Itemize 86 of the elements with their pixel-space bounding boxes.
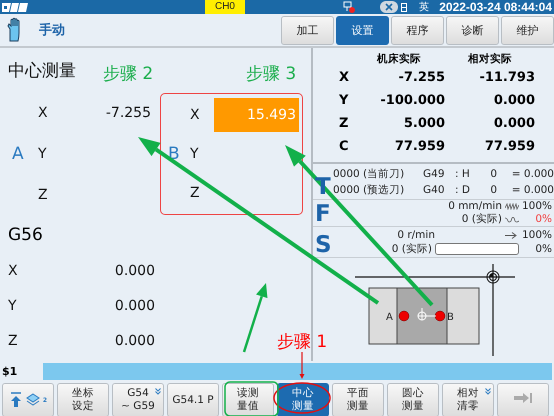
axis-label: X [7,262,19,278]
highlight-ellipse [273,382,331,414]
softkey-button[interactable]: 坐标 设定 [57,383,109,416]
axis-label: Z [37,186,49,203]
override-value: 0% [534,213,552,225]
menu-tab[interactable]: 程序 [391,16,444,44]
axis-value: -7.255 [104,105,152,122]
spindle-actual: 0 (实际) [392,242,432,256]
offset-value: = 0.000 [510,184,554,196]
softkey-button[interactable]: 读测 量值 [222,383,274,416]
menu-tab[interactable]: 维护 [501,16,554,44]
softkey-button[interactable]: 相对 清零 [442,383,494,416]
table-cell-text: -11.793 [478,70,535,85]
column-header: 机床实际 [376,52,422,66]
column-header: 相对实际 [466,52,513,66]
close-button[interactable] [380,1,398,13]
spindle-speed: 0 r/min [397,229,435,241]
axis-label: Y [189,146,200,162]
network-error-icon [343,1,355,13]
softkey-button[interactable]: G54 ~ G59 [112,383,164,416]
register-number: 0 [489,184,497,196]
table-cell-text: -7.255 [397,70,445,85]
axis-label: Z [338,116,350,131]
mode-label: 手动 [39,22,65,39]
softkey-button[interactable]: 平面 测量 [332,383,384,416]
step-label: 步骤 1 [277,331,328,353]
section-letter: F [314,202,332,226]
table-cell-text: 0.000 [492,93,535,108]
menu-tab[interactable]: 诊断 [446,16,499,44]
chevron-icon [485,388,491,395]
wave-icon [505,216,519,222]
table-cell-text: 77.959 [484,139,535,154]
override-value: 100% [522,200,552,212]
language-label[interactable]: 英 [419,0,429,14]
panel-title: 中心测量 [8,60,76,82]
table-cell-text: 77.959 [394,139,445,154]
table-cell-text: -100.000 [379,93,445,108]
upload-icon [8,392,23,408]
axis-label: C [338,139,350,154]
override-value: 100% [522,229,552,241]
section-letter: S [314,233,333,257]
wave-icon [505,202,519,210]
chevron-icon [155,388,161,395]
axis-label: Y [338,93,350,108]
axis-label: X [338,70,350,85]
annotation-arrow [300,352,304,379]
axis-label: X [189,107,201,124]
axis-value: 0.000 [114,262,156,278]
axis-label: Y [37,146,48,162]
axis-label: Y [7,298,18,314]
channel-label: CH0 [205,0,245,14]
point-label: A [12,144,25,164]
offset-value: = 0.000 [510,168,554,180]
menu-tab[interactable]: 加工 [281,16,334,44]
menu-tab[interactable]: 设置 [336,16,389,44]
register-number: 0 [489,168,497,180]
softkey-button[interactable]: G54.1 P [167,383,219,416]
arrow-icon [514,393,532,403]
feed-rate: 0 mm/min [448,200,502,212]
axis-label: Z [189,184,201,201]
section-title: G56 [8,225,43,245]
axis-value: 0.000 [114,298,156,314]
feed-actual: 0 (实际) [462,212,502,226]
keyboard-icon [401,2,407,12]
step-label: 步骤 2 [103,63,154,85]
arrow-icon [505,232,519,238]
g-code: G40 [423,184,446,196]
command-prompt: $1 [1,365,18,378]
next-button[interactable] [497,383,549,416]
load-value: 0% [534,243,552,255]
softkey-button[interactable]: 圆心 测量 [387,383,439,416]
register-label: : D [455,184,471,196]
tool-label: 0000 (当前刀) [333,166,406,180]
g-code: G49 [423,168,446,180]
axis-value: 0.000 [114,332,156,348]
tool-label: 0000 (预选刀) [333,182,406,196]
highlight-frame [224,381,279,416]
command-input[interactable] [43,363,552,380]
date-time: 2022-03-24 08:44:04 [439,0,552,14]
axis-label: Z [7,332,19,348]
axis-label: X [37,105,49,122]
step-label: 步骤 3 [246,63,296,85]
table-cell-text: 0.000 [492,116,535,131]
table-cell-text: 5.000 [402,116,445,131]
layers-icon [26,392,40,408]
register-label: : H [455,168,471,180]
